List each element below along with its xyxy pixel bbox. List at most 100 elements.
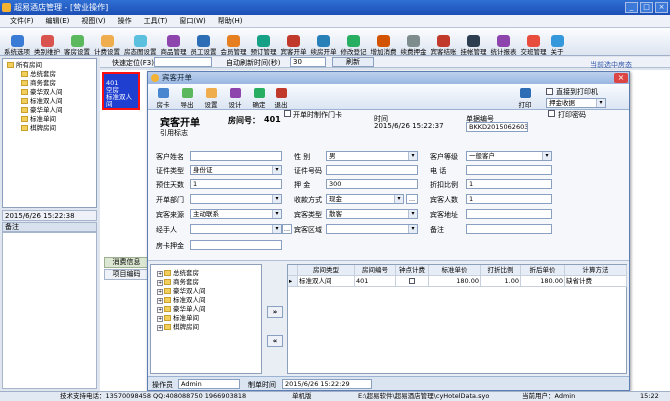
menu-file[interactable]: 文件(F)	[4, 15, 40, 27]
address-field[interactable]	[466, 209, 552, 219]
menu-edit[interactable]: 编辑(E)	[40, 15, 76, 27]
dept-select[interactable]	[190, 194, 282, 204]
guest-type-select[interactable]: 散客	[326, 209, 418, 219]
pay-method-select[interactable]: 现金	[326, 194, 404, 204]
tree-item[interactable]: 豪华双人间	[21, 88, 63, 96]
toolbar-button-2[interactable]: 客房设置	[62, 28, 92, 56]
tree-root[interactable]: 所有房间	[7, 61, 42, 69]
col-method: 计算方法	[565, 265, 627, 276]
toolbar-button-7[interactable]: 会员管理	[219, 28, 249, 56]
toolbar-button-1[interactable]: 类别维护	[32, 28, 62, 56]
tree-item[interactable]: + 豪华双人间	[157, 287, 206, 295]
table-cell[interactable]: 缺省计费	[565, 276, 627, 287]
open-card-checkbox[interactable]	[284, 110, 291, 117]
toolbar-button-16[interactable]: 统计报表	[489, 28, 519, 56]
room-tree[interactable]: 所有房间 总统套房 商务套房 豪华双人间 标准双人间 豪华单人间 标准单间 棋牌…	[2, 58, 97, 208]
close-button[interactable]: ×	[655, 2, 668, 13]
settings-button[interactable]: 设置	[200, 86, 222, 109]
toolbar-button-17[interactable]: 交班管理	[519, 28, 549, 56]
gender-select[interactable]: 男	[326, 151, 418, 161]
toolbar-button-9[interactable]: 宾客开单	[279, 28, 309, 56]
table-cell[interactable]: 180.00	[521, 276, 565, 287]
room-type-tree[interactable]: + 总统套房 + 商务套房 + 豪华双人间 + 标准双人间 + 豪华单人间 + 标准单间 +…	[150, 264, 262, 374]
tree-item[interactable]: 豪华单人间	[21, 106, 63, 114]
confirm-button[interactable]: 确定	[248, 86, 270, 109]
dialog-title: 宾客开单	[162, 73, 192, 82]
toolbar-button-4[interactable]: 房态图设置	[122, 28, 159, 56]
days-field[interactable]: 1	[190, 179, 282, 189]
id-number-field[interactable]	[326, 165, 418, 175]
add-room-button[interactable]: »	[267, 306, 283, 318]
toolbar-button-5[interactable]: 商品管理	[159, 28, 189, 56]
locate-input[interactable]	[154, 57, 212, 67]
menu-operate[interactable]: 操作	[112, 15, 138, 27]
tree-item[interactable]: 标准单间	[21, 115, 56, 123]
menu-view[interactable]: 视图(V)	[75, 15, 111, 27]
toolbar-button-0[interactable]: 系统选项	[2, 28, 32, 56]
print-password-label: 打印密码	[558, 111, 586, 119]
maximize-button[interactable]: □	[640, 2, 653, 13]
export-button[interactable]: 导出	[176, 86, 198, 109]
direct-print-checkbox[interactable]	[546, 88, 553, 95]
menu-window[interactable]: 窗口(W)	[173, 15, 211, 27]
tree-item[interactable]: + 豪华单人间	[157, 305, 206, 313]
tree-item[interactable]: 标准双人间	[21, 97, 63, 105]
minimize-button[interactable]: _	[625, 2, 638, 13]
refresh-button[interactable]: 刷新	[332, 57, 374, 67]
exit-button[interactable]: 退出	[270, 86, 292, 109]
table-cell[interactable]: 1.00	[481, 276, 521, 287]
table-cell[interactable]: 180.00	[429, 276, 481, 287]
table-cell[interactable]: 标准双人间	[298, 276, 355, 287]
toolbar-button-14[interactable]: 宾客结账	[429, 28, 459, 56]
print-button[interactable]: 打印	[514, 86, 536, 109]
print-type-select[interactable]: 押金收据	[546, 98, 606, 108]
tree-item[interactable]: 商务套房	[21, 79, 56, 87]
toolbar-button-18[interactable]: 关于	[549, 28, 566, 56]
memo-area[interactable]	[2, 232, 97, 389]
tree-item[interactable]: 总统套房	[21, 70, 56, 78]
agent-more-button[interactable]: ...	[282, 224, 292, 234]
toolbar-button-13[interactable]: 续费押金	[399, 28, 429, 56]
agent-select[interactable]	[190, 224, 282, 234]
area-select[interactable]	[326, 224, 418, 234]
remark-field[interactable]	[466, 224, 552, 234]
deposit-field[interactable]: 300	[326, 179, 418, 189]
tree-item[interactable]: + 标准单间	[157, 314, 199, 322]
refresh-input[interactable]: 30	[290, 57, 326, 67]
toolbar-button-11[interactable]: 修改登记	[339, 28, 369, 56]
guest-count-field[interactable]: 1	[466, 194, 552, 204]
table-cell[interactable]: 401	[355, 276, 396, 287]
toolbar-button-3[interactable]: 计费设置	[92, 28, 122, 56]
toolbar-button-10[interactable]: 续房开单	[309, 28, 339, 56]
source-select[interactable]: 主动联系	[190, 209, 282, 219]
hourly-checkbox-cell[interactable]	[396, 276, 429, 287]
toolbar-button-15[interactable]: 挂帐管理	[459, 28, 489, 56]
menu-tools[interactable]: 工具(T)	[138, 15, 174, 27]
room-deposit-field[interactable]	[190, 240, 282, 250]
id-type-select[interactable]: 身份证	[190, 165, 282, 175]
tree-item[interactable]: + 总统套房	[157, 269, 199, 277]
tree-item[interactable]: + 标准双人间	[157, 296, 206, 304]
remove-room-button[interactable]: «	[267, 335, 283, 347]
toolbar-button-8[interactable]: 预订管理	[249, 28, 279, 56]
hourly-checkbox[interactable]	[409, 278, 415, 284]
toolbar-button-12[interactable]: 增加消费	[369, 28, 399, 56]
phone-field[interactable]	[466, 165, 552, 175]
bill-number-field[interactable]: BKKD201506260301	[466, 122, 528, 132]
tab-consume[interactable]: 消费信息	[104, 257, 149, 268]
toolbar-button-6[interactable]: 员工设置	[189, 28, 219, 56]
tree-item[interactable]: + 商务套房	[157, 278, 199, 286]
tree-item[interactable]: 棋牌房间	[21, 124, 56, 132]
toolbar-icon	[467, 35, 480, 47]
dialog-close-button[interactable]: ×	[614, 73, 628, 83]
design-button[interactable]: 设计	[224, 86, 246, 109]
card-button[interactable]: 房卡	[152, 86, 174, 109]
menu-help[interactable]: 帮助(H)	[212, 15, 249, 27]
tree-item[interactable]: + 棋牌房间	[157, 323, 199, 331]
pay-more-button[interactable]: ...	[406, 194, 418, 204]
discount-field[interactable]: 1	[466, 179, 552, 189]
guest-name-field[interactable]	[190, 151, 282, 161]
room-card-401[interactable]: 401 空房 标准双人间	[102, 72, 140, 110]
print-password-checkbox[interactable]	[548, 110, 555, 117]
level-select[interactable]: 一般客户	[466, 151, 552, 161]
